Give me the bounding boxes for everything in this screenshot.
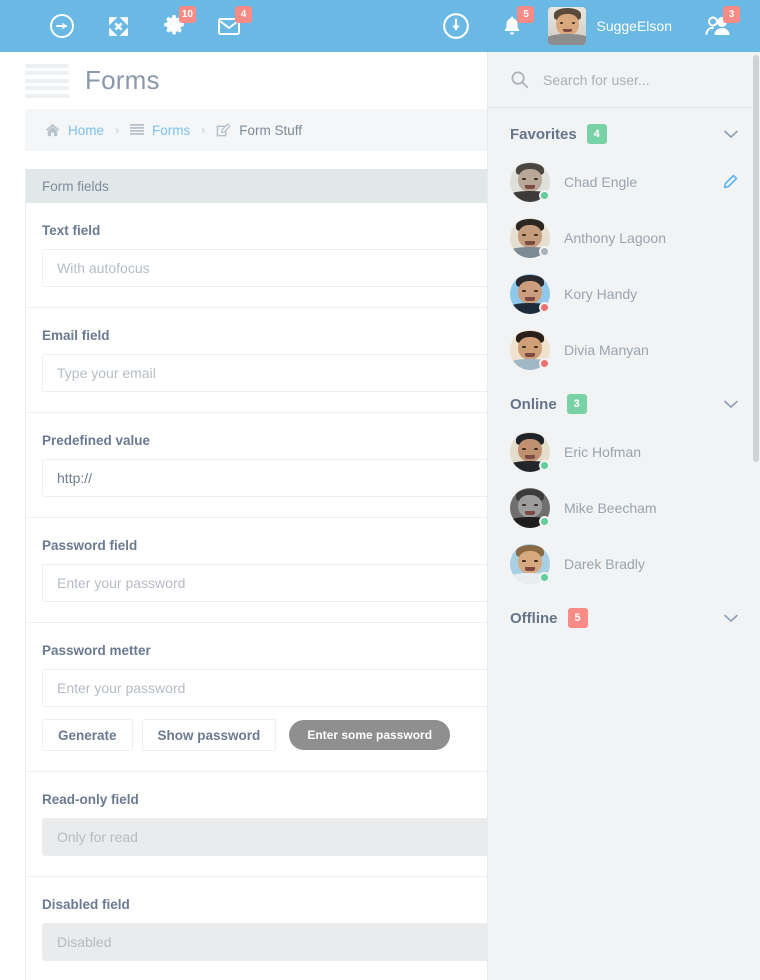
list-item-label: Kory Handy xyxy=(564,286,638,302)
search-input[interactable] xyxy=(543,71,733,88)
breadcrumb-link-forms[interactable]: Forms xyxy=(152,123,190,138)
chevron-down-icon[interactable] xyxy=(724,130,738,139)
breadcrumb-link-home[interactable]: Home xyxy=(68,123,104,138)
list-item[interactable]: Darek Bradly xyxy=(488,536,760,592)
envelope-icon-button[interactable]: 4 xyxy=(202,0,258,52)
list-item[interactable]: Eric Hofman xyxy=(488,424,760,480)
list-item-label: Eric Hofman xyxy=(564,444,642,460)
password-strength-badge: Enter some password xyxy=(289,720,451,750)
status-dot-online xyxy=(539,516,550,527)
sidebar-group-favorites[interactable]: Favorites 4 xyxy=(488,108,760,154)
breadcrumb-current-label: Form Stuff xyxy=(239,122,303,138)
avatar xyxy=(510,274,550,314)
circle-arrow-right-icon-button[interactable] xyxy=(34,0,90,52)
stacked-lines-icon xyxy=(25,63,69,98)
status-dot-online xyxy=(539,460,550,471)
breadcrumb-item-forms[interactable]: Forms xyxy=(130,123,190,138)
group-count-offline: 5 xyxy=(567,608,588,628)
avatar xyxy=(510,488,550,528)
generate-button[interactable]: Generate xyxy=(42,719,133,751)
user-sidebar: Favorites 4 Chad Engle xyxy=(487,52,760,980)
search-bar xyxy=(488,52,760,108)
group-title-favorites: Favorites xyxy=(510,125,577,143)
breadcrumb-separator: › xyxy=(115,123,120,137)
group-count-favorites: 4 xyxy=(586,124,607,144)
chevron-down-icon[interactable] xyxy=(724,614,738,623)
app-root: 10 4 5 SuggeElson 3 Forms Home › Forms ›… xyxy=(0,0,760,980)
search-icon xyxy=(510,70,529,89)
username-label[interactable]: SuggeElson xyxy=(596,18,672,34)
breadcrumb-separator-2: › xyxy=(201,123,206,137)
breadcrumb-item-home[interactable]: Home xyxy=(45,123,104,138)
group-title-online: Online xyxy=(510,395,557,413)
bell-icon-button[interactable]: 5 xyxy=(484,0,540,52)
list-item-label: Mike Beecham xyxy=(564,500,657,516)
list-item[interactable]: Kory Handy xyxy=(488,266,760,322)
group-title-offline: Offline xyxy=(510,609,558,627)
pencil-icon[interactable] xyxy=(722,174,738,190)
status-dot-online xyxy=(539,572,550,583)
users-icon-button[interactable]: 3 xyxy=(690,0,746,52)
list-item-label: Darek Bradly xyxy=(564,556,645,572)
sidebar-group-offline[interactable]: Offline 5 xyxy=(488,592,760,638)
status-dot-idle xyxy=(539,246,550,257)
gear-icon-button[interactable]: 10 xyxy=(146,0,202,52)
edit-square-icon xyxy=(216,122,231,138)
envelope-badge: 4 xyxy=(235,6,252,23)
list-item[interactable]: Divia Manyan xyxy=(488,322,760,378)
top-navigation-bar: 10 4 5 SuggeElson 3 xyxy=(0,0,760,52)
list-item[interactable]: Mike Beecham xyxy=(488,480,760,536)
expand-icon-button[interactable] xyxy=(90,0,146,52)
breadcrumb-item-current: Form Stuff xyxy=(216,123,302,138)
topbar-right-actions: 5 SuggeElson 3 xyxy=(428,0,760,52)
list-item-label: Anthony Lagoon xyxy=(564,230,666,246)
topbar-left-actions: 10 4 xyxy=(0,0,258,52)
sidebar-scrollbar-thumb[interactable] xyxy=(753,55,759,462)
user-avatar[interactable] xyxy=(548,7,587,45)
show-password-button[interactable]: Show password xyxy=(141,719,277,751)
avatar xyxy=(510,218,550,258)
sidebar-scrollbar-track[interactable] xyxy=(752,52,760,980)
bell-badge: 5 xyxy=(517,6,535,23)
circle-arrow-down-icon-button[interactable] xyxy=(428,0,484,52)
avatar-face xyxy=(548,7,587,45)
home-icon xyxy=(45,123,60,137)
list-item-label: Chad Engle xyxy=(564,174,638,190)
sidebar-group-online[interactable]: Online 3 xyxy=(488,378,760,424)
avatar xyxy=(510,432,550,472)
status-dot-online xyxy=(539,190,550,201)
page-title: Forms xyxy=(85,65,160,95)
users-badge: 3 xyxy=(723,6,740,23)
avatar xyxy=(510,330,550,370)
list-item-label: Divia Manyan xyxy=(564,342,649,358)
chevron-down-icon[interactable] xyxy=(724,400,738,409)
list-icon xyxy=(130,123,145,137)
status-dot-busy xyxy=(539,358,550,369)
status-dot-busy xyxy=(539,302,550,313)
group-count-online: 3 xyxy=(566,394,587,414)
list-item[interactable]: Anthony Lagoon xyxy=(488,210,760,266)
avatar xyxy=(510,162,550,202)
avatar xyxy=(510,544,550,584)
gear-badge: 10 xyxy=(178,6,196,23)
list-item[interactable]: Chad Engle xyxy=(488,154,760,210)
